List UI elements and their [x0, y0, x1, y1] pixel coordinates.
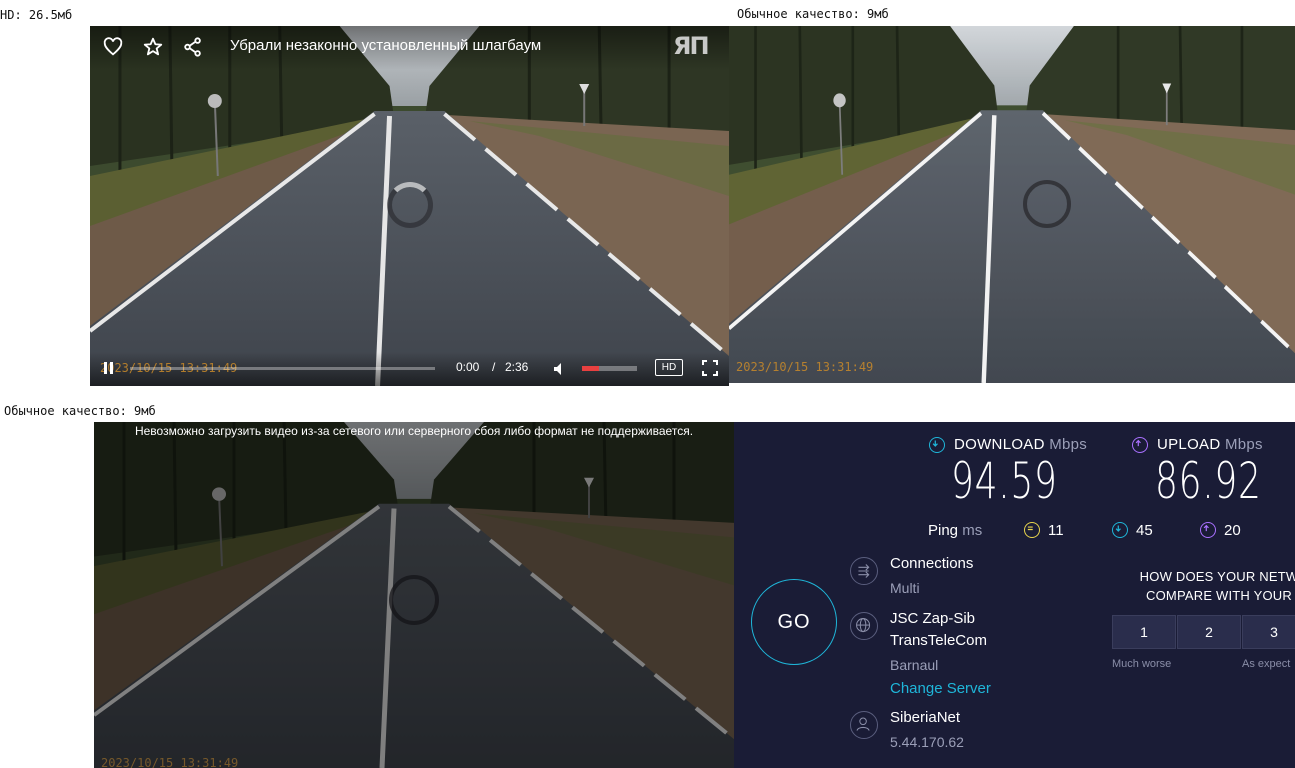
progress-bar[interactable]: [130, 367, 435, 370]
globe-icon: [850, 612, 878, 640]
loading-spinner: [387, 182, 433, 228]
video-timestamp: 2023/10/15 13:31:49: [736, 360, 874, 374]
player-controls: 2023/10/15 13:31:49 0:00 / 2:36 HD: [90, 352, 729, 386]
volume-level: [582, 366, 599, 371]
rating-low-label: Much worse: [1112, 658, 1172, 670]
rating-option-3[interactable]: 3: [1242, 615, 1295, 649]
caption-normal-bottom: Обычное качество: 9мб: [4, 404, 156, 418]
speedtest-panel: DOWNLOAD Mbps 94.59 UPLOAD Mbps 86.92 Pi…: [734, 422, 1295, 768]
current-time: 0:00: [456, 360, 480, 374]
change-server-link[interactable]: Change Server: [890, 680, 991, 697]
ping-label: Ping: [928, 522, 959, 539]
user-icon: [850, 711, 878, 739]
ping-unit: ms: [962, 522, 983, 539]
rating-mid-label: As expect: [1242, 658, 1291, 670]
ping-upload-value: 20: [1224, 522, 1241, 539]
star-icon[interactable]: [142, 36, 164, 58]
upload-label: UPLOAD: [1157, 436, 1221, 453]
ping-idle-value: 11: [1048, 522, 1064, 539]
ping-download-icon: [1112, 522, 1128, 538]
upload-header: UPLOAD Mbps: [1157, 436, 1263, 453]
survey-question-line2: COMPARE WITH YOUR: [1146, 588, 1292, 603]
upload-arrow-icon: [1132, 437, 1148, 453]
ping-download-value: 45: [1136, 522, 1153, 539]
duration: 2:36: [505, 360, 529, 374]
loading-spinner: [389, 575, 439, 625]
video-timestamp: 2023/10/15 13:31:49: [101, 756, 239, 768]
download-arrow-icon: [929, 437, 945, 453]
host-name: SiberiaNet: [890, 709, 961, 726]
heart-icon[interactable]: [102, 36, 124, 58]
connections-value[interactable]: Multi: [890, 580, 920, 596]
loading-spinner: [1023, 180, 1071, 228]
upload-unit: Mbps: [1224, 436, 1263, 453]
time-separator: /: [492, 360, 496, 374]
connections-icon: [850, 557, 878, 585]
player-top-bar: Убрали незаконно установленный шлагбаум: [90, 26, 729, 70]
download-label: DOWNLOAD: [954, 436, 1045, 453]
survey-question-line1: HOW DOES YOUR NETW: [1139, 569, 1295, 584]
channel-logo-text: ЯП: [673, 32, 710, 60]
quality-button[interactable]: HD: [655, 359, 683, 376]
fullscreen-icon[interactable]: [702, 360, 718, 376]
isp-city: Barnaul: [890, 657, 939, 673]
ping-upload-icon: [1200, 522, 1216, 538]
host-ip: 5.44.170.62: [890, 734, 964, 750]
share-icon[interactable]: [182, 36, 204, 58]
error-message: Невозможно загрузить видео из-за сетевог…: [134, 424, 694, 438]
video-player-normal-bottom[interactable]: Невозможно загрузить видео из-за сетевог…: [94, 422, 734, 768]
caption-normal-top: Обычное качество: 9мб: [737, 7, 889, 21]
video-frame: [729, 26, 1295, 383]
volume-icon[interactable]: [552, 361, 568, 377]
volume-slider[interactable]: [582, 366, 637, 371]
download-value: 94.59: [951, 452, 1058, 510]
video-title[interactable]: Убрали незаконно установленный шлагбаум: [230, 37, 541, 54]
channel-logo: ЯП: [673, 32, 719, 72]
video-player-hd[interactable]: Убрали незаконно установленный шлагбаум …: [90, 26, 729, 386]
ping-idle-icon: [1024, 522, 1040, 538]
video-player-normal-top[interactable]: 2023/10/15 13:31:49: [729, 26, 1295, 383]
download-unit: Mbps: [1049, 436, 1088, 453]
rating-option-2[interactable]: 2: [1177, 615, 1241, 649]
rating-option-1[interactable]: 1: [1112, 615, 1176, 649]
upload-value: 86.92: [1155, 452, 1262, 510]
caption-hd: HD: 26.5мб: [0, 8, 73, 22]
connections-label: Connections: [890, 555, 974, 572]
isp-name-line2: TransTeleCom: [890, 632, 987, 649]
go-button[interactable]: GO: [751, 579, 837, 665]
play-pause-icon[interactable]: [102, 361, 116, 375]
isp-name-line1: JSC Zap-Sib: [890, 610, 976, 627]
ping-label-group: Ping ms: [928, 522, 982, 539]
download-header: DOWNLOAD Mbps: [954, 436, 1087, 453]
